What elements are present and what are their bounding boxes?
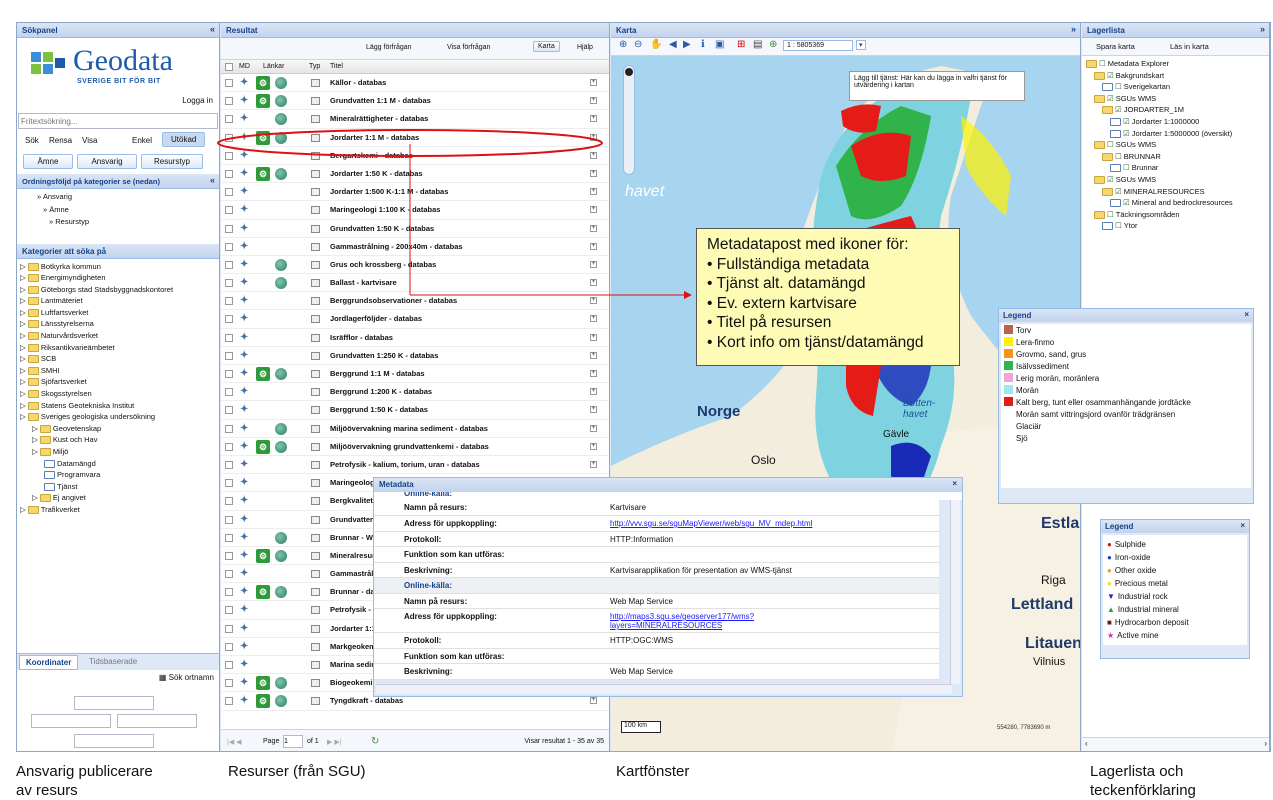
metadata-row: Beskrivning: Web Map Service — [374, 663, 939, 680]
metadata-value-cell — [606, 648, 939, 664]
metadata-value-cell: Web Map Service — [606, 663, 939, 680]
callout-item: • Tjänst alt. datamängd — [707, 275, 866, 292]
metadata-section-cut: Online-källa: — [374, 492, 962, 500]
metadata-key: Protokoll: — [374, 632, 606, 649]
metadata-key: Adress för uppkoppling: — [374, 608, 606, 633]
caption-layer-legend: Lagerlista och teckenförklaring — [1090, 763, 1196, 799]
metadata-value: HTTP:OGC:WMS — [610, 636, 674, 645]
metadata-value-cell — [606, 577, 939, 594]
metadata-key: Beskrivning: — [374, 562, 606, 578]
metadata-link[interactable]: http://vvv.sgu.se/sguMapViewer/web/sgu_M… — [610, 519, 812, 528]
metadata-row: Namn på resurs: Web Map Service — [374, 593, 939, 609]
metadata-row: Protokoll: HTTP:Information — [374, 531, 939, 547]
metadata-row: Namn på resurs: Kartvisare — [374, 500, 939, 516]
metadata-window: Metadata × Online-källa: Namn på resurs: K… — [373, 477, 963, 697]
metadata-row: Beskrivning: Kartvisarapplikation för pre… — [374, 562, 939, 578]
metadata-title: Metadata — [379, 480, 414, 489]
metadata-value: Kartvisare — [610, 503, 647, 512]
metadata-row: Funktion som kan utföras: — [374, 546, 939, 563]
metadata-value-cell: Kartvisarapplikation för presentation av… — [606, 562, 939, 578]
metadata-value-cell: Kartvisare — [606, 500, 939, 516]
metadata-table: Namn på resurs: Kartvisare Adress för uppk… — [374, 500, 939, 680]
callout-item: • Fullständiga metadata — [707, 255, 870, 273]
metadata-key: Beskrivning: — [374, 663, 606, 680]
close-icon[interactable]: × — [952, 479, 957, 488]
metadata-key: Funktion som kan utföras: — [374, 648, 606, 664]
metadata-row: Online-källa: — [374, 577, 939, 594]
callout-item: • Ev. extern kartvisare — [707, 294, 857, 312]
metadata-value-cell: HTTP:Information — [606, 531, 939, 547]
metadata-value: Kartvisarapplikation för presentation av… — [610, 565, 792, 575]
callout-item: • Kort info om tjänst/datamängd — [707, 333, 924, 351]
metadata-key: Adress för uppkoppling: — [374, 515, 606, 532]
caption-resources: Resurser (från SGU) — [228, 763, 366, 780]
metadata-value-cell: HTTP:OGC:WMS — [606, 632, 939, 649]
caption-responsible: Ansvarig publicerare av resurs — [16, 763, 153, 799]
annotation-callout: Metadatapost med ikoner för: • Fullständ… — [696, 228, 960, 366]
metadata-value-cell[interactable]: http://maps3.sgu.se/geoserver177/wms? lay… — [606, 608, 939, 633]
metadata-value-cell: Web Map Service — [606, 593, 939, 609]
horizontal-scrollbar[interactable] — [376, 684, 952, 694]
metadata-key: Namn på resurs: — [374, 593, 606, 609]
metadata-link[interactable]: http://maps3.sgu.se/geoserver177/wms? — [610, 612, 754, 621]
metadata-value: Web Map Service — [610, 596, 673, 606]
callout-heading: Metadatapost med ikoner för: — [707, 236, 909, 253]
metadata-value: Web Map Service — [610, 667, 673, 676]
metadata-row: Adress för uppkoppling: http://vvv.sgu.se… — [374, 515, 939, 532]
metadata-row: Funktion som kan utföras: — [374, 648, 939, 664]
metadata-key: Namn på resurs: — [374, 500, 606, 516]
caption-map-window: Kartfönster — [616, 763, 690, 780]
metadata-row: Protokoll: HTTP:OGC:WMS — [374, 632, 939, 649]
metadata-value-cell — [606, 546, 939, 563]
metadata-value: HTTP:Information — [610, 534, 674, 544]
metadata-key: Funktion som kan utföras: — [374, 546, 606, 563]
metadata-key: Online-källa: — [374, 577, 606, 594]
metadata-value-cell[interactable]: http://vvv.sgu.se/sguMapViewer/web/sgu_M… — [606, 515, 939, 532]
callout-item: • Titel på resursen — [707, 314, 832, 331]
metadata-key: Protokoll: — [374, 531, 606, 547]
vertical-scrollbar[interactable] — [950, 500, 960, 684]
metadata-link[interactable]: layers=MINERALRESOURCES — [610, 621, 722, 630]
metadata-row: Adress för uppkoppling: http://maps3.sgu.… — [374, 608, 939, 633]
